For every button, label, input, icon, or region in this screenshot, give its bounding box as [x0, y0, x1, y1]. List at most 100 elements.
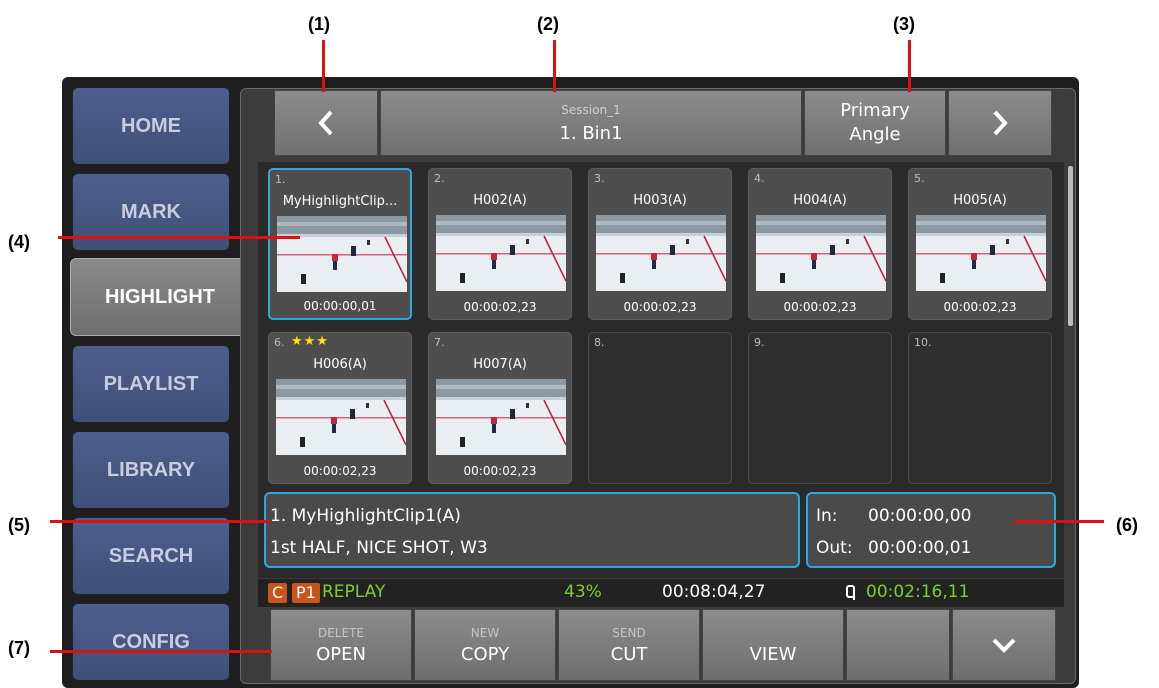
clip-name: H002(A) — [473, 193, 527, 208]
player-badge: P1 — [292, 583, 320, 603]
in-label: In: — [816, 506, 838, 526]
clip-tile[interactable]: 8. — [588, 332, 732, 484]
open-label: OPEN — [316, 643, 366, 665]
in-out-box: In: 00:00:00,00 Out: 00:00:00,01 — [806, 492, 1056, 568]
channel-badge: C — [268, 583, 288, 603]
callout-line-4 — [58, 236, 300, 239]
clip-number: 3. — [594, 172, 605, 185]
clip-duration: 00:00:02,23 — [623, 300, 697, 314]
sidebar-item-search[interactable]: SEARCH — [72, 517, 230, 595]
blank-button[interactable] — [846, 609, 950, 681]
chevron-left-icon — [318, 110, 333, 136]
clip-tile[interactable]: 2. H002(A) 00:00:02,23 — [428, 168, 572, 320]
in-timecode: 00:00:00,00 — [868, 506, 972, 526]
clip-number: 5. — [914, 172, 925, 185]
callout-line-5 — [50, 520, 270, 523]
clip-tile[interactable]: 4. H004(A) 00:00:02,23 — [748, 168, 892, 320]
out-timecode: 00:00:00,01 — [868, 538, 972, 558]
remaining-timecode: 00:02:16,11 — [866, 582, 970, 602]
clip-thumbnail-image — [436, 379, 566, 455]
open-button[interactable]: DELETE OPEN — [270, 609, 412, 681]
clip-number: 1. — [275, 173, 286, 186]
clip-thumbnail-image — [277, 216, 407, 292]
cut-button[interactable]: SEND CUT — [558, 609, 700, 681]
callout-line-2 — [553, 40, 556, 92]
clip-tile[interactable]: 6. ★★★ H006(A) 00:00:02,23 — [268, 332, 412, 484]
sidebar-item-library[interactable]: LIBRARY — [72, 431, 230, 509]
clip-tile[interactable]: 5. H005(A) 00:00:02,23 — [908, 168, 1052, 320]
sidebar-item-highlight[interactable]: HIGHLIGHT — [70, 258, 250, 336]
new-sublabel: NEW — [470, 625, 500, 640]
clip-tile[interactable]: 10. — [908, 332, 1052, 484]
sidebar-item-home[interactable]: HOME — [72, 87, 230, 165]
clip-number: 10. — [914, 336, 932, 349]
clip-duration: 00:00:02,23 — [943, 300, 1017, 314]
callout-4: (4) — [8, 232, 30, 252]
clip-number: 8. — [594, 336, 605, 349]
angle-button[interactable]: Primary Angle — [804, 90, 946, 156]
view-label: VIEW — [749, 643, 797, 665]
clip-name: MyHighlightClip... — [282, 194, 398, 209]
callout-line-6 — [1014, 520, 1104, 523]
out-label: Out: — [816, 538, 853, 558]
clip-number: 7. — [434, 336, 445, 349]
grid-scrollbar[interactable] — [1068, 166, 1073, 326]
angle-label-line1: Primary — [840, 100, 910, 121]
callout-5: (5) — [8, 515, 30, 535]
callout-line-3 — [908, 40, 911, 92]
clip-duration: 00:00:02,23 — [303, 464, 377, 478]
callout-3: (3) — [893, 14, 915, 34]
clip-name: H007(A) — [473, 357, 527, 372]
clip-tile[interactable]: 3. H003(A) 00:00:02,23 — [588, 168, 732, 320]
clip-tile[interactable]: 7. H007(A) 00:00:02,23 — [428, 332, 572, 484]
clip-title: 1. MyHighlightClip1(A) — [270, 506, 461, 526]
sidebar-item-config[interactable]: CONFIG — [72, 603, 230, 681]
angle-label-line2: Angle — [849, 124, 901, 145]
callout-1: (1) — [308, 14, 330, 34]
prev-bin-button[interactable] — [274, 90, 378, 156]
clip-thumbnail-image — [916, 215, 1046, 291]
callout-line-1 — [322, 40, 325, 92]
clip-duration: 00:00:02,23 — [783, 300, 857, 314]
callout-2: (2) — [537, 14, 559, 34]
clip-marker-icon — [846, 585, 855, 600]
send-sublabel: SEND — [612, 625, 646, 640]
next-bin-button[interactable] — [948, 90, 1052, 156]
clip-duration: 00:00:02,23 — [463, 300, 537, 314]
callout-6: (6) — [1116, 515, 1138, 535]
clip-info-box: 1. MyHighlightClip1(A) 1st HALF, NICE SH… — [264, 492, 800, 568]
bin-label: 1. Bin1 — [559, 122, 623, 144]
clip-number: 6. — [274, 336, 285, 349]
disk-percent: 43% — [564, 582, 602, 602]
callout-line-7 — [50, 650, 272, 653]
clip-name: H005(A) — [953, 193, 1007, 208]
mode-label: REPLAY — [322, 582, 386, 602]
clip-number: 4. — [754, 172, 765, 185]
clip-duration: 00:00:00,01 — [303, 299, 377, 313]
clip-tags: 1st HALF, NICE SHOT, W3 — [270, 538, 488, 558]
copy-button[interactable]: NEW COPY — [414, 609, 556, 681]
chevron-down-icon — [992, 638, 1016, 653]
bin-selector[interactable]: Session_1 1. Bin1 — [380, 90, 802, 156]
sidebar-item-mark[interactable]: MARK — [72, 173, 230, 251]
view-button[interactable]: VIEW — [702, 609, 844, 681]
session-label: Session_1 — [561, 102, 621, 117]
status-bar: C P1 REPLAY 43% 00:08:04,27 00:02:16,11 — [258, 579, 1064, 607]
cut-label: CUT — [610, 643, 648, 665]
clip-tile[interactable]: 1. MyHighlightClip... 00:00:00,01 — [268, 168, 412, 320]
clip-thumbnail-image — [756, 215, 886, 291]
clip-thumbnail-image — [436, 215, 566, 291]
clip-thumbnail-image — [596, 215, 726, 291]
clip-duration: 00:00:02,23 — [463, 464, 537, 478]
clip-name: H003(A) — [633, 193, 687, 208]
clip-thumbnail-image — [276, 379, 406, 455]
clip-name: H006(A) — [313, 357, 367, 372]
sidebar-item-playlist[interactable]: PLAYLIST — [72, 345, 230, 423]
clip-name: H004(A) — [793, 193, 847, 208]
clip-tile[interactable]: 9. — [748, 332, 892, 484]
rating-stars: ★★★ — [291, 334, 329, 349]
clip-number: 2. — [434, 172, 445, 185]
delete-sublabel: DELETE — [317, 625, 364, 640]
current-timecode: 00:08:04,27 — [662, 582, 766, 602]
more-button[interactable] — [952, 609, 1056, 681]
